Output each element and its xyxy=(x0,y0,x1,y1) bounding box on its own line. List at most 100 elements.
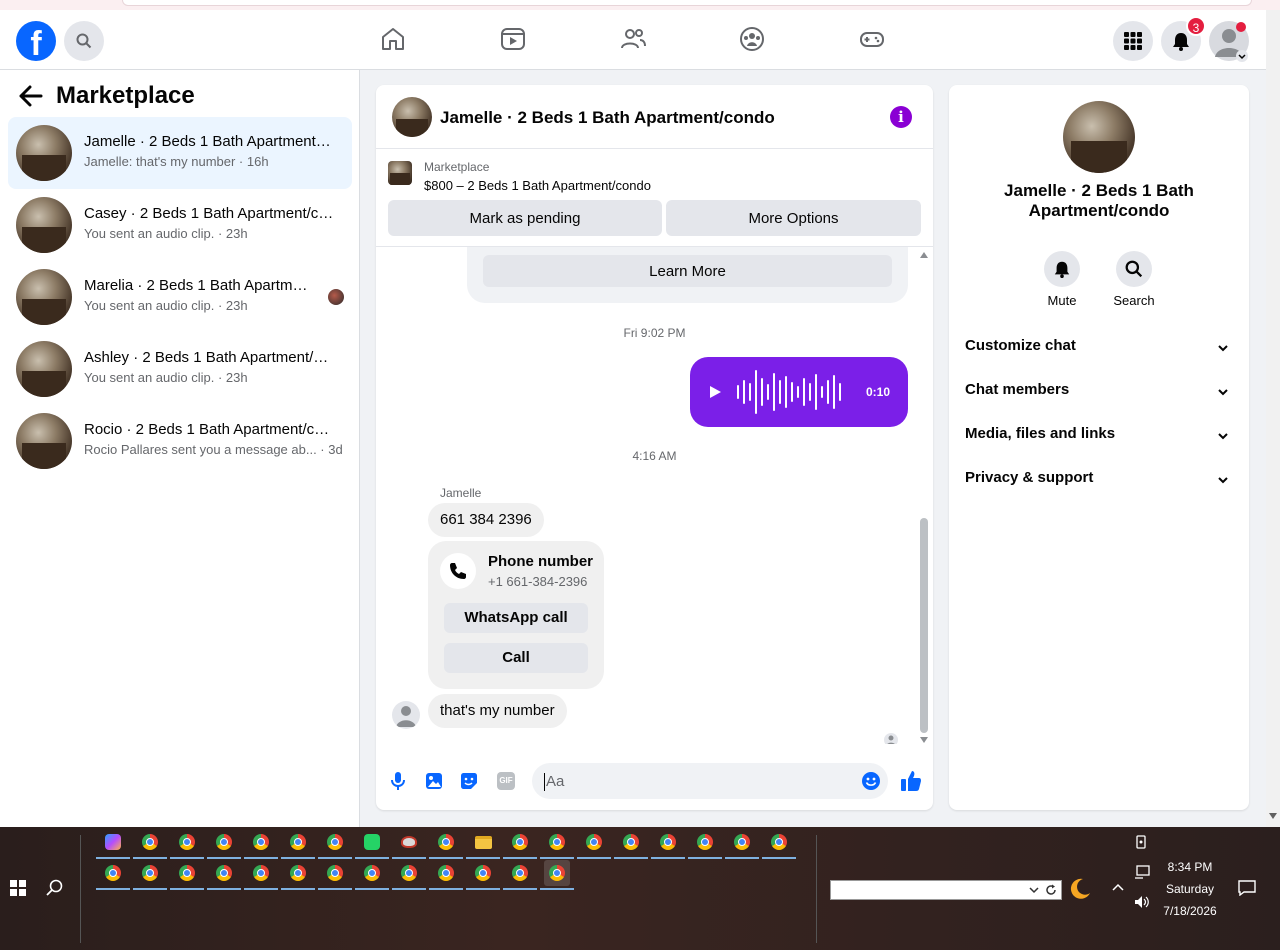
file-explorer-taskbar-icon[interactable] xyxy=(466,829,500,859)
conversation-item[interactable]: Rocio · 2 Beds 1 Bath Apartment/condo Ro… xyxy=(8,405,352,477)
mark-as-pending-button[interactable]: Mark as pending xyxy=(388,200,662,236)
network-icon[interactable] xyxy=(1134,865,1150,879)
chrome-taskbar-icon[interactable] xyxy=(725,829,759,859)
chrome-taskbar-icon[interactable] xyxy=(207,829,241,859)
chrome-taskbar-icon[interactable] xyxy=(244,860,278,890)
back-arrow-icon[interactable] xyxy=(18,85,44,107)
chrome-taskbar-icon[interactable] xyxy=(762,829,796,859)
clock-date[interactable]: 7/18/2026 xyxy=(1150,904,1230,918)
chrome-taskbar-icon[interactable] xyxy=(577,829,611,859)
chrome-taskbar-icon[interactable] xyxy=(429,860,463,890)
friends-icon[interactable] xyxy=(620,26,646,52)
windows-start-icon[interactable] xyxy=(10,880,26,896)
chrome-taskbar-icon[interactable] xyxy=(207,860,241,890)
microphone-icon[interactable] xyxy=(389,771,407,791)
video-icon[interactable] xyxy=(500,26,526,52)
taskbar-address-field[interactable] xyxy=(830,880,1062,900)
search-action[interactable]: Search xyxy=(1109,251,1159,308)
audio-message[interactable]: 0:10 xyxy=(690,357,908,427)
chrome-taskbar-icon[interactable] xyxy=(429,829,463,859)
chrome-glyph-icon xyxy=(586,834,602,850)
media-files-links-row[interactable]: Media, files and links xyxy=(965,425,1233,453)
clock-time[interactable]: 8:34 PM xyxy=(1150,860,1230,874)
chrome-taskbar-icon[interactable] xyxy=(133,860,167,890)
info-icon[interactable]: i xyxy=(890,106,912,128)
chrome-glyph-icon xyxy=(253,865,269,881)
listing-thumbnail[interactable] xyxy=(388,161,412,185)
conversation-item[interactable]: Casey · 2 Beds 1 Bath Apartment/condo Yo… xyxy=(8,189,352,261)
chat-avatar[interactable] xyxy=(392,97,432,137)
chrome-taskbar-icon[interactable] xyxy=(688,829,722,859)
page-scrollbar[interactable] xyxy=(1266,10,1280,827)
mute-action[interactable]: Mute xyxy=(1037,251,1087,308)
scroll-down-icon[interactable] xyxy=(1269,813,1277,819)
app-glyph-icon xyxy=(401,836,417,848)
emoji-icon[interactable] xyxy=(861,771,881,791)
menu-button[interactable] xyxy=(1113,21,1153,61)
whatsapp-call-button[interactable]: WhatsApp call xyxy=(444,603,588,633)
chrome-taskbar-icon[interactable] xyxy=(614,829,648,859)
night-mode-icon[interactable] xyxy=(1068,877,1092,901)
chevron-down-icon[interactable] xyxy=(1236,50,1248,62)
chrome-taskbar-icon[interactable] xyxy=(540,829,574,859)
chrome-taskbar-icon[interactable] xyxy=(651,829,685,859)
running-indicator xyxy=(392,888,426,890)
chrome-taskbar-icon[interactable] xyxy=(318,829,352,859)
learn-more-button[interactable]: Learn More xyxy=(483,255,892,287)
phone-icon xyxy=(450,563,466,579)
show-hidden-icons-chevron[interactable] xyxy=(1112,883,1124,891)
gaming-icon[interactable] xyxy=(859,26,885,52)
privacy-support-row[interactable]: Privacy & support xyxy=(965,469,1233,497)
chrome-taskbar-icon[interactable] xyxy=(170,860,204,890)
gif-icon[interactable]: GIF xyxy=(497,772,515,790)
taskbar-search-icon[interactable] xyxy=(46,879,64,897)
chat-members-row[interactable]: Chat members xyxy=(965,381,1233,409)
bell-icon xyxy=(1173,33,1189,51)
groups-icon[interactable] xyxy=(739,26,765,52)
chrome-taskbar-icon[interactable] xyxy=(355,860,389,890)
dropdown-chevron-icon[interactable] xyxy=(1029,886,1039,894)
play-icon[interactable] xyxy=(708,385,722,399)
clock-day[interactable]: Saturday xyxy=(1150,882,1230,896)
chat-scroll-thumb[interactable] xyxy=(920,518,928,733)
photo-icon[interactable] xyxy=(425,772,443,790)
message-bubble[interactable]: 661 384 2396 xyxy=(428,503,544,537)
scroll-up-icon[interactable] xyxy=(920,252,928,258)
sticker-icon[interactable] xyxy=(460,772,478,790)
whatsapp-taskbar-icon[interactable] xyxy=(355,829,389,859)
app-taskbar-icon[interactable] xyxy=(392,829,426,859)
chrome-taskbar-icon[interactable] xyxy=(244,829,278,859)
chrome-taskbar-icon[interactable] xyxy=(540,860,574,890)
more-options-button[interactable]: More Options xyxy=(666,200,921,236)
chrome-taskbar-icon[interactable] xyxy=(281,829,315,859)
chrome-taskbar-icon[interactable] xyxy=(318,860,352,890)
call-button[interactable]: Call xyxy=(444,643,588,673)
facebook-logo[interactable]: f xyxy=(16,21,56,61)
search-button[interactable] xyxy=(64,21,104,61)
audio-duration: 0:10 xyxy=(866,385,891,399)
scroll-down-icon[interactable] xyxy=(920,737,928,743)
conversation-item[interactable]: Marelia · 2 Beds 1 Bath Apartment/condo … xyxy=(8,261,352,333)
customize-chat-row[interactable]: Customize chat xyxy=(965,337,1233,365)
details-avatar[interactable] xyxy=(1063,101,1135,173)
chrome-taskbar-icon[interactable] xyxy=(281,860,315,890)
chrome-taskbar-icon[interactable] xyxy=(503,860,537,890)
chrome-taskbar-icon[interactable] xyxy=(466,860,500,890)
copilot-taskbar-icon[interactable] xyxy=(96,829,130,859)
message-bubble[interactable]: that's my number xyxy=(428,694,567,728)
chrome-taskbar-icon[interactable] xyxy=(96,860,130,890)
refresh-icon[interactable] xyxy=(1045,884,1057,896)
home-icon[interactable] xyxy=(380,26,406,52)
conversation-item[interactable]: Jamelle · 2 Beds 1 Bath Apartment/condo … xyxy=(8,117,352,189)
notification-center-icon[interactable] xyxy=(1238,880,1256,896)
device-icon[interactable] xyxy=(1134,835,1148,849)
chrome-taskbar-icon[interactable] xyxy=(133,829,167,859)
chrome-taskbar-icon[interactable] xyxy=(392,860,426,890)
message-input[interactable] xyxy=(532,763,888,799)
like-icon[interactable] xyxy=(900,770,922,792)
chat-title[interactable]: Jamelle · 2 Beds 1 Bath Apartment/condo xyxy=(440,108,775,128)
conversation-item[interactable]: Ashley · 2 Beds 1 Bath Apartment/condo Y… xyxy=(8,333,352,405)
chrome-taskbar-icon[interactable] xyxy=(170,829,204,859)
volume-icon[interactable] xyxy=(1134,895,1150,909)
chrome-taskbar-icon[interactable] xyxy=(503,829,537,859)
